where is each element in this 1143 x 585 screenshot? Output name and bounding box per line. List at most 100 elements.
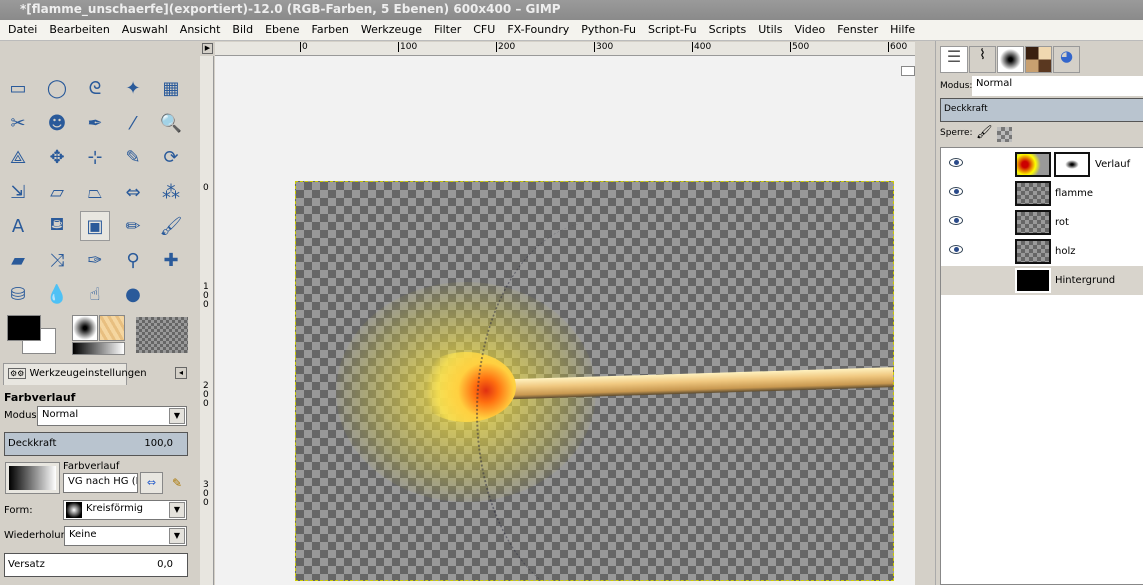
- vertical-ruler[interactable]: 0 100 200 300: [200, 56, 214, 585]
- layer-row-flamme[interactable]: flamme: [941, 179, 1143, 208]
- menu-video[interactable]: Video: [794, 23, 825, 40]
- clone-tool-icon[interactable]: ⚲: [118, 245, 148, 275]
- crop-tool-icon[interactable]: ✎: [118, 142, 148, 172]
- gradient-name-field[interactable]: VG nach HG (RGB): [63, 473, 138, 493]
- layer-row-holz[interactable]: holz: [941, 237, 1143, 266]
- tab-brushes[interactable]: [997, 46, 1024, 73]
- lock-alpha-icon[interactable]: [997, 127, 1012, 142]
- tab-patterns[interactable]: [1025, 46, 1052, 73]
- layer-name[interactable]: Verlauf: [1095, 159, 1130, 170]
- menu-farben[interactable]: Farben: [312, 23, 349, 40]
- align-tool-icon[interactable]: ⊹: [80, 142, 110, 172]
- layer-row-verlauf[interactable]: Verlauf: [941, 150, 1143, 179]
- cage-tool-icon[interactable]: ⁂: [156, 177, 186, 207]
- menu-werkzeuge[interactable]: Werkzeuge: [361, 23, 422, 40]
- horizontal-ruler[interactable]: 0 100 200 300 400 500 600: [215, 42, 915, 56]
- rect-select-tool-icon[interactable]: ▭: [3, 73, 33, 103]
- tab-menu-button[interactable]: ◂: [175, 367, 187, 379]
- visibility-eye-icon[interactable]: [949, 158, 963, 167]
- zoom-indicator[interactable]: [901, 66, 915, 76]
- tab-paths[interactable]: ⌇: [969, 46, 996, 73]
- pencil-tool-icon[interactable]: ✏: [118, 211, 148, 241]
- shear-tool-icon[interactable]: ▱: [42, 177, 72, 207]
- menu-scripts[interactable]: Scripts: [709, 23, 747, 40]
- menu-auswahl[interactable]: Auswahl: [122, 23, 168, 40]
- active-image-preview[interactable]: [136, 317, 188, 353]
- title-bar: *[flamme_unschaerfe](exportiert)-12.0 (R…: [0, 0, 1143, 20]
- dodge-burn-tool-icon[interactable]: ●: [118, 279, 148, 309]
- ink-tool-icon[interactable]: ✑: [80, 245, 110, 275]
- visibility-eye-icon[interactable]: [949, 216, 963, 225]
- gradient-preview[interactable]: [72, 342, 125, 355]
- menu-script-fu[interactable]: Script-Fu: [648, 23, 697, 40]
- visibility-eye-icon[interactable]: [949, 187, 963, 196]
- text-tool-icon[interactable]: A: [3, 211, 33, 241]
- tab-gradients[interactable]: ◕: [1053, 46, 1080, 73]
- image-canvas[interactable]: [295, 181, 894, 581]
- bucket-fill-tool-icon[interactable]: ⛾: [42, 211, 72, 241]
- quick-mask-toggle[interactable]: ▶: [202, 43, 213, 54]
- color-picker-tool-icon[interactable]: ⁄: [118, 108, 148, 138]
- opacity-slider[interactable]: Deckkraft 100,0: [4, 432, 188, 456]
- perspective-tool-icon[interactable]: ⏢: [80, 177, 110, 207]
- repeat-dropdown[interactable]: Keine ▼: [64, 526, 187, 546]
- brush-preview[interactable]: [72, 315, 98, 341]
- menu-datei[interactable]: Datei: [8, 23, 37, 40]
- ruler-label: 0: [300, 42, 308, 52]
- perspective-clone-tool-icon[interactable]: ⛁: [3, 279, 33, 309]
- menu-ansicht[interactable]: Ansicht: [180, 23, 221, 40]
- menu-python-fu[interactable]: Python-Fu: [581, 23, 636, 40]
- zoom-tool-icon[interactable]: 🔍: [156, 108, 186, 138]
- measure-tool-icon[interactable]: ⟁: [3, 142, 33, 172]
- shape-dropdown[interactable]: Kreisförmig ▼: [63, 500, 187, 520]
- layer-row-rot[interactable]: rot: [941, 208, 1143, 237]
- menu-filter[interactable]: Filter: [434, 23, 461, 40]
- blur-tool-icon[interactable]: 💧: [42, 279, 72, 309]
- pattern-preview[interactable]: [99, 315, 125, 341]
- reverse-gradient-button[interactable]: ⇔: [140, 472, 163, 494]
- foreground-select-tool-icon[interactable]: ☻: [42, 108, 72, 138]
- ellipse-select-tool-icon[interactable]: ◯: [42, 73, 72, 103]
- layer-name[interactable]: holz: [1055, 246, 1075, 257]
- color-select-tool-icon[interactable]: ▦: [156, 73, 186, 103]
- paintbrush-tool-icon[interactable]: 🖌: [156, 211, 186, 241]
- scale-tool-icon[interactable]: ⇲: [3, 177, 33, 207]
- gradient-preview-button[interactable]: [5, 462, 60, 494]
- menu-bearbeiten[interactable]: Bearbeiten: [49, 23, 109, 40]
- layer-name[interactable]: Hintergrund: [1055, 275, 1115, 286]
- smudge-tool-icon[interactable]: ☝: [80, 279, 110, 309]
- edit-gradient-icon[interactable]: ✎: [172, 476, 182, 490]
- menu-ebene[interactable]: Ebene: [265, 23, 299, 40]
- flip-tool-icon[interactable]: ⇔: [118, 177, 148, 207]
- layer-name[interactable]: rot: [1055, 217, 1069, 228]
- offset-slider[interactable]: Versatz 0,0: [4, 553, 188, 577]
- paths-tool-icon[interactable]: ✒: [80, 108, 110, 138]
- menu-fx-foundry[interactable]: FX-Foundry: [507, 23, 569, 40]
- layer-thumbnail: [1015, 268, 1051, 293]
- heal-tool-icon[interactable]: ✚: [156, 245, 186, 275]
- eraser-tool-icon[interactable]: ▰: [3, 245, 33, 275]
- rotate-tool-icon[interactable]: ⟳: [156, 142, 186, 172]
- fuzzy-select-tool-icon[interactable]: ✦: [118, 73, 148, 103]
- move-tool-icon[interactable]: ✥: [42, 142, 72, 172]
- lock-label: Sperre:: [940, 128, 973, 138]
- chevron-down-icon: ▼: [169, 528, 185, 544]
- tool-options-tab[interactable]: ⚙⚙ Werkzeugeinstellungen: [3, 363, 147, 385]
- airbrush-tool-icon[interactable]: ⤨: [42, 245, 72, 275]
- blend-tool-icon[interactable]: ▣: [80, 211, 110, 241]
- menu-utils[interactable]: Utils: [758, 23, 782, 40]
- menu-bild[interactable]: Bild: [232, 23, 253, 40]
- layer-row-hintergrund[interactable]: Hintergrund: [941, 266, 1143, 295]
- menu-cfu[interactable]: CFU: [473, 23, 495, 40]
- mode-dropdown[interactable]: Normal ▼: [37, 406, 187, 426]
- layer-mode-dropdown[interactable]: Normal: [972, 76, 1143, 96]
- menu-fenster[interactable]: Fenster: [837, 23, 878, 40]
- free-select-tool-icon[interactable]: ᘓ: [80, 73, 110, 103]
- layer-name[interactable]: flamme: [1055, 188, 1093, 199]
- layer-opacity-slider[interactable]: Deckkraft: [940, 98, 1143, 122]
- lock-pixels-icon[interactable]: 🖌: [976, 125, 993, 140]
- visibility-eye-icon[interactable]: [949, 245, 963, 254]
- tab-layers[interactable]: ☰: [940, 46, 968, 73]
- menu-hilfe[interactable]: Hilfe: [890, 23, 915, 40]
- scissors-tool-icon[interactable]: ✂: [3, 108, 33, 138]
